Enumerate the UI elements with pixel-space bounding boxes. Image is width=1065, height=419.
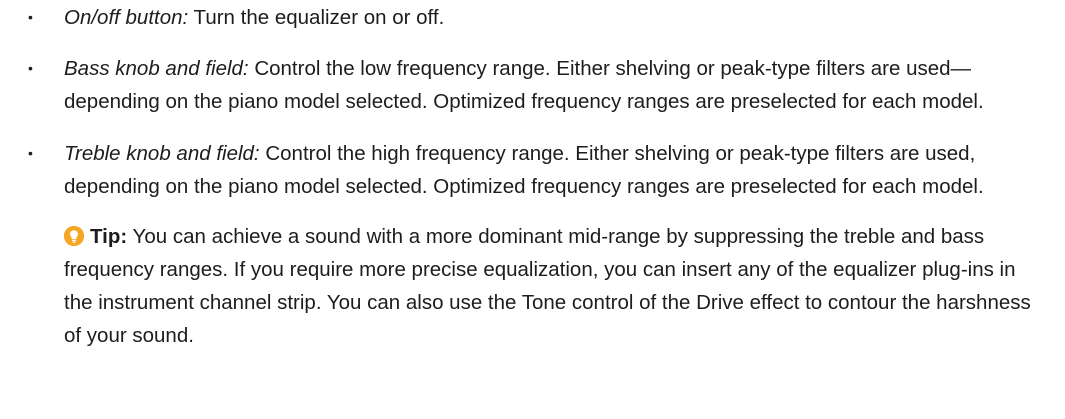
tip-callout: Tip: You can achieve a sound with a more…	[0, 220, 1065, 352]
list-item: • On/off button: Turn the equalizer on o…	[0, 1, 1065, 34]
item-term: Bass knob and field:	[64, 57, 249, 80]
list-item: • Treble knob and field: Control the hig…	[0, 137, 1065, 203]
item-description: Turn the equalizer on or off.	[188, 6, 445, 29]
tip-text: You can achieve a sound with a more domi…	[64, 225, 1031, 347]
tip-label: Tip:	[90, 225, 128, 248]
item-term: On/off button:	[64, 6, 189, 29]
control-list: • On/off button: Turn the equalizer on o…	[0, 1, 1065, 203]
list-item: • Bass knob and field: Control the low f…	[0, 52, 1065, 118]
lightbulb-icon	[64, 226, 84, 246]
item-term: Treble knob and field:	[64, 142, 260, 165]
document-content: • On/off button: Turn the equalizer on o…	[0, 0, 1065, 352]
bullet-icon: •	[28, 145, 33, 161]
bullet-icon: •	[28, 9, 33, 25]
bullet-icon: •	[28, 60, 33, 76]
